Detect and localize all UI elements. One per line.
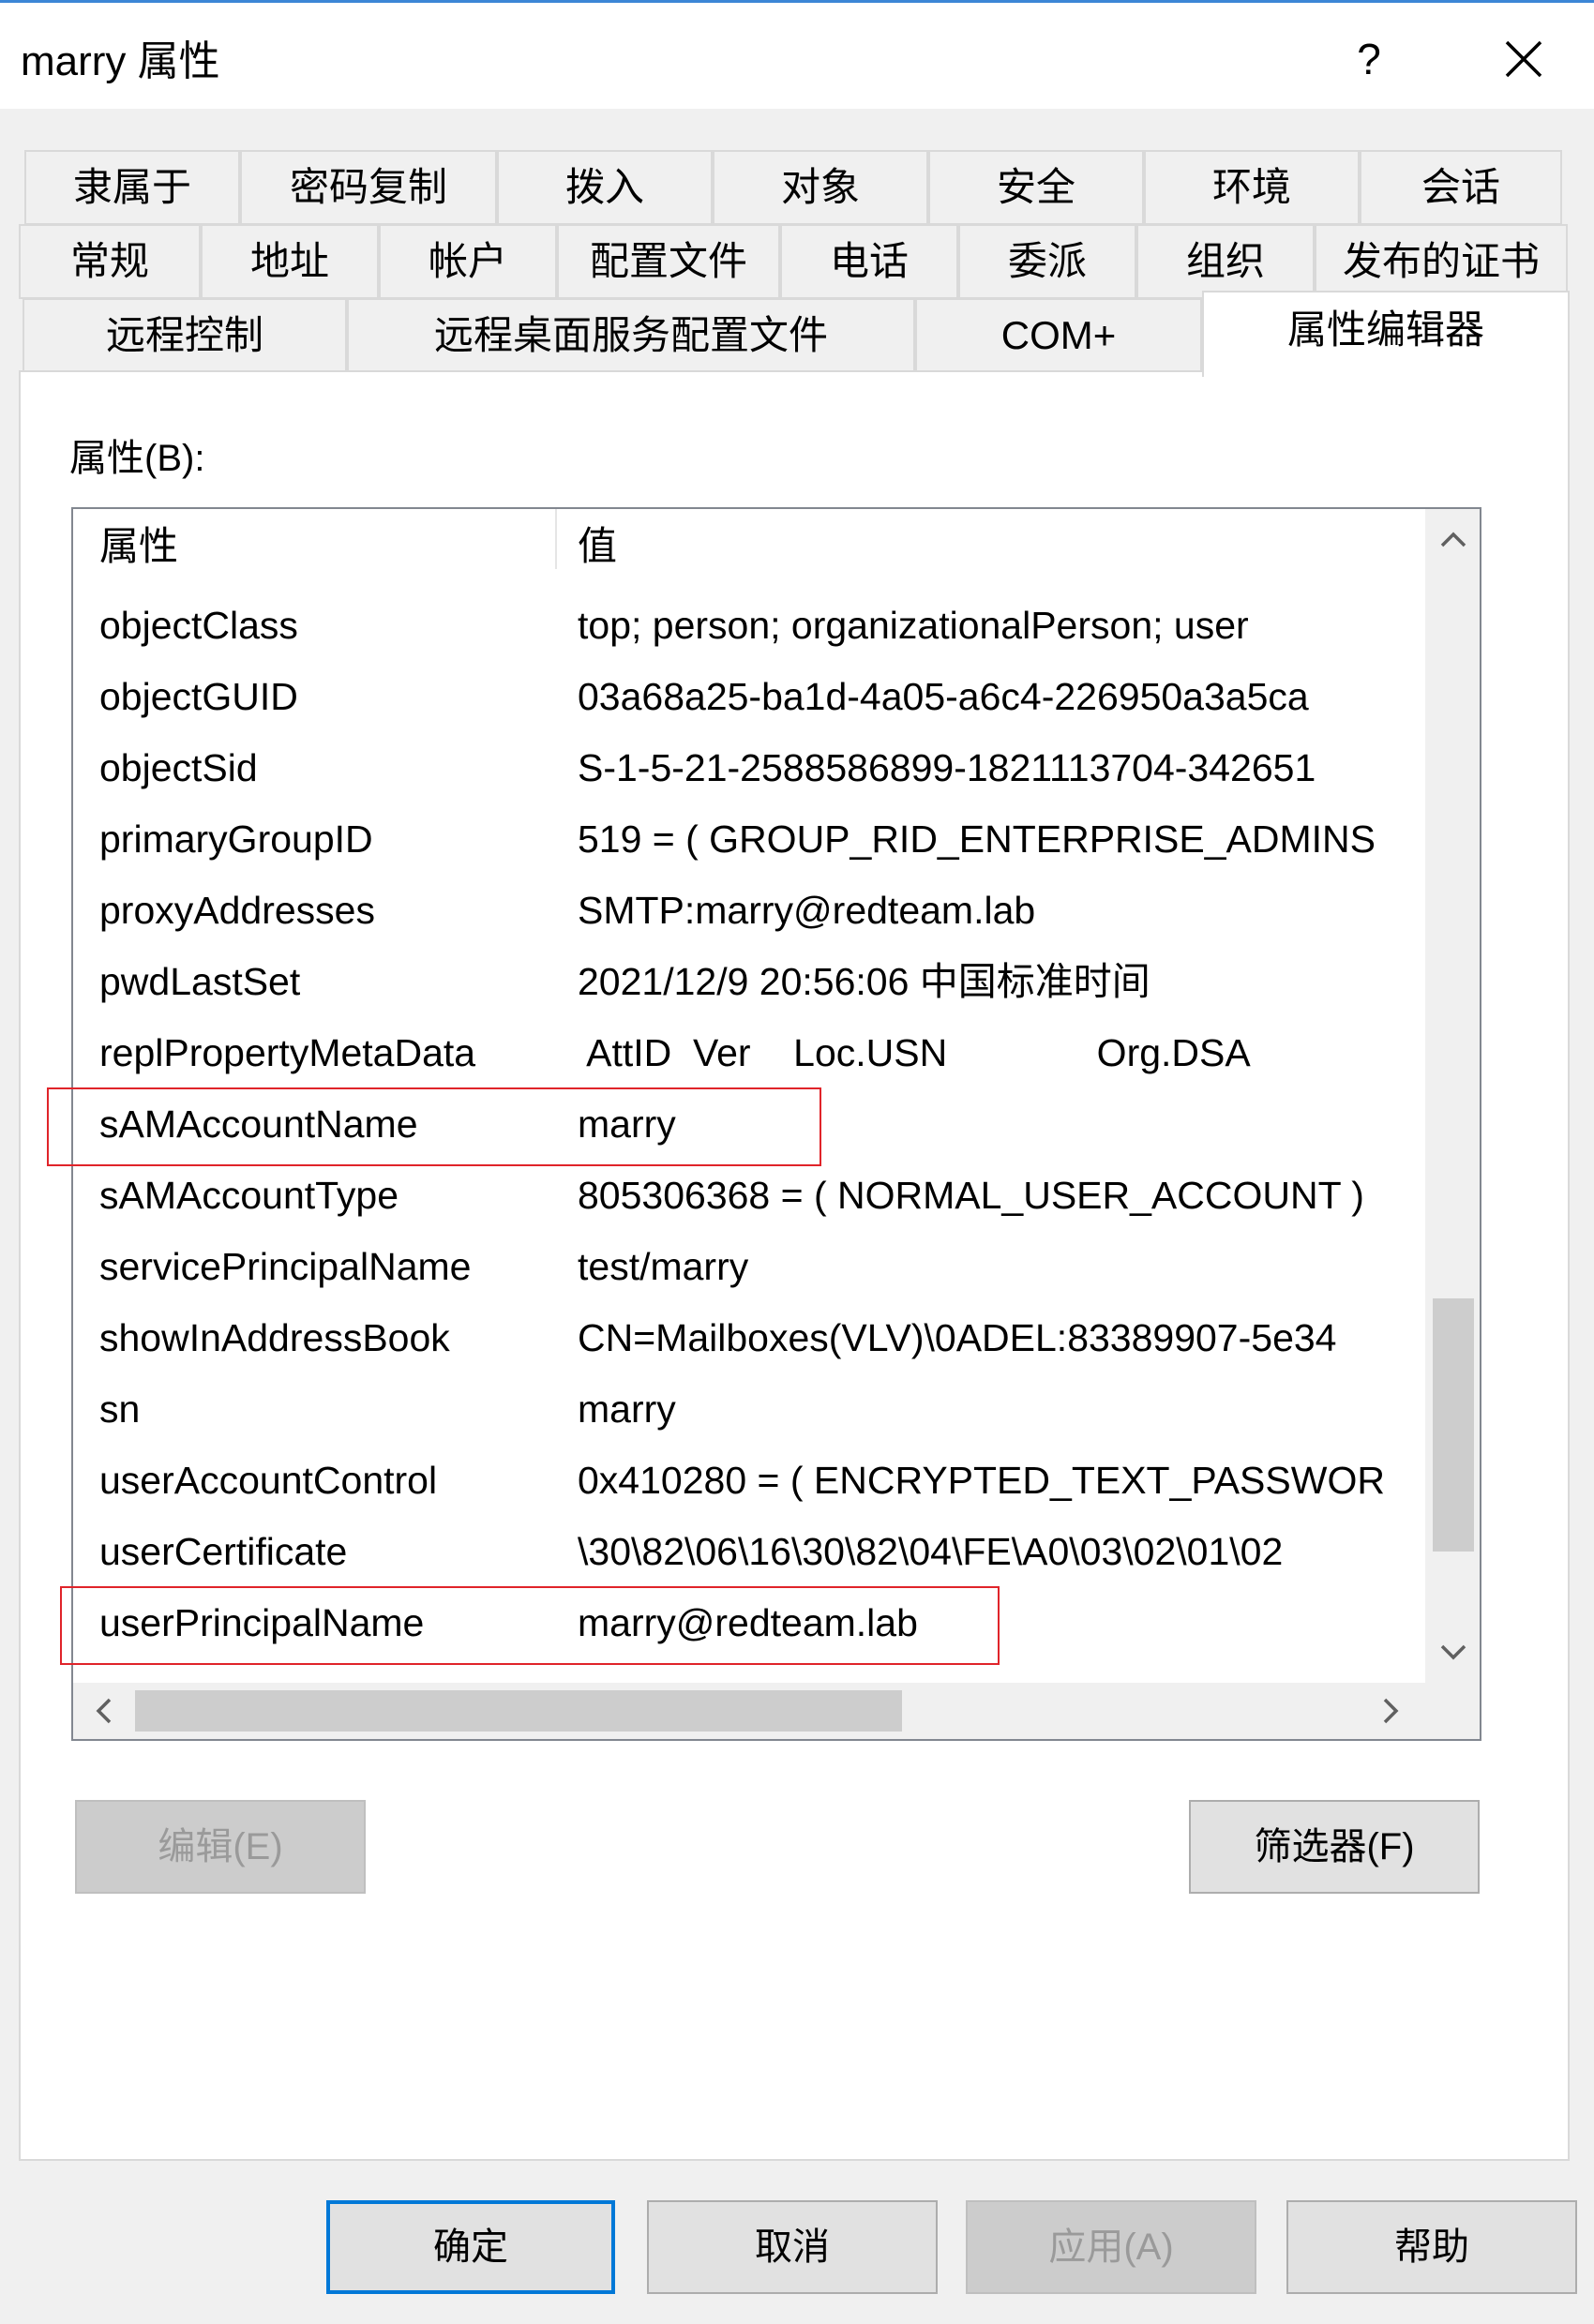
- attribute-value: 03a68a25-ba1d-4a05-a6c4-226950a3a5ca: [578, 675, 1309, 718]
- tab-environment[interactable]: 环境: [1144, 150, 1360, 225]
- table-row[interactable]: servicePrincipalName test/marry: [73, 1231, 1425, 1302]
- tab-address[interactable]: 地址: [201, 224, 379, 299]
- attribute-name: userAccountControl: [99, 1459, 438, 1502]
- attributes-label: 属性(B):: [69, 438, 205, 479]
- close-icon[interactable]: [1481, 26, 1566, 92]
- chevron-down-icon[interactable]: [1433, 1632, 1474, 1673]
- attribute-name: pwdLastSet: [99, 960, 301, 1003]
- table-row[interactable]: objectGUID 03a68a25-ba1d-4a05-a6c4-22695…: [73, 661, 1425, 732]
- edit-button[interactable]: 编辑(E): [75, 1800, 366, 1894]
- tab-remote-desktop-services-profile[interactable]: 远程桌面服务配置文件: [347, 298, 915, 373]
- chevron-right-icon[interactable]: [1371, 1690, 1412, 1732]
- attribute-value: \30\82\06\16\30\82\04\FE\A0\03\02\01\02: [578, 1530, 1284, 1573]
- table-row[interactable]: proxyAddresses SMTP:marry@redteam.lab: [73, 875, 1425, 946]
- highlight-userprincipalname: [60, 1586, 1000, 1665]
- tab-sessions[interactable]: 会话: [1360, 150, 1562, 225]
- attribute-name: replPropertyMetaData: [99, 1031, 476, 1074]
- column-divider[interactable]: [555, 509, 557, 569]
- tab-organization[interactable]: 组织: [1136, 224, 1315, 299]
- attribute-name: primaryGroupID: [99, 817, 373, 861]
- chevron-left-icon[interactable]: [83, 1690, 124, 1732]
- chevron-up-icon[interactable]: [1433, 518, 1474, 560]
- tab-security[interactable]: 安全: [928, 150, 1144, 225]
- tab-remote-control[interactable]: 远程控制: [23, 298, 347, 373]
- attribute-value: SMTP:marry@redteam.lab: [578, 889, 1036, 932]
- tab-password-replication[interactable]: 密码复制: [240, 150, 497, 225]
- tab-com-plus[interactable]: COM+: [915, 298, 1202, 373]
- vertical-scroll-thumb[interactable]: [1433, 1298, 1474, 1552]
- column-header-value[interactable]: 值: [578, 509, 617, 580]
- tab-telephones[interactable]: 电话: [780, 224, 958, 299]
- table-row[interactable]: showInAddressBook CN=Mailboxes(VLV)\0ADE…: [73, 1302, 1425, 1373]
- scrollbar-corner: [1425, 1683, 1480, 1739]
- attribute-value: top; person; organizationalPerson; user: [578, 604, 1249, 647]
- tab-account[interactable]: 帐户: [379, 224, 557, 299]
- help-title-button[interactable]: ?: [1327, 26, 1411, 92]
- attribute-name: objectSid: [99, 746, 258, 789]
- table-row[interactable]: replPropertyMetaData AttID Ver Loc.USN O…: [73, 1017, 1425, 1088]
- ok-button[interactable]: 确定: [326, 2200, 615, 2294]
- title-bar: marry 属性 ?: [0, 6, 1594, 109]
- table-row[interactable]: userAccountControl 0x410280 = ( ENCRYPTE…: [73, 1445, 1425, 1516]
- horizontal-scroll-thumb[interactable]: [135, 1690, 902, 1732]
- table-row[interactable]: sAMAccountType 805306368 = ( NORMAL_USER…: [73, 1160, 1425, 1231]
- attribute-value: marry: [578, 1387, 676, 1431]
- attribute-name: servicePrincipalName: [99, 1245, 472, 1288]
- tab-general[interactable]: 常规: [19, 224, 201, 299]
- attribute-name: proxyAddresses: [99, 889, 375, 932]
- vertical-scrollbar[interactable]: [1425, 509, 1480, 1683]
- attribute-name: sn: [99, 1387, 141, 1431]
- filter-button[interactable]: 筛选器(F): [1189, 1800, 1480, 1894]
- attribute-name: showInAddressBook: [99, 1316, 450, 1359]
- attribute-name: userCertificate: [99, 1530, 348, 1573]
- tab-object[interactable]: 对象: [713, 150, 928, 225]
- attribute-value: AttID Ver Loc.USN Org.DSA: [578, 1031, 1251, 1074]
- cancel-button[interactable]: 取消: [647, 2200, 938, 2294]
- table-row[interactable]: userCertificate \30\82\06\16\30\82\04\FE…: [73, 1516, 1425, 1587]
- tab-delegation[interactable]: 委派: [958, 224, 1136, 299]
- help-button[interactable]: 帮助: [1286, 2200, 1577, 2294]
- table-row[interactable]: objectSid S-1-5-21-2588586899-1821113704…: [73, 732, 1425, 803]
- attribute-value: test/marry: [578, 1245, 749, 1288]
- attribute-value: S-1-5-21-2588586899-1821113704-342651: [578, 746, 1316, 789]
- table-row[interactable]: pwdLastSet 2021/12/9 20:56:06 中国标准时间: [73, 946, 1425, 1017]
- tab-member-of[interactable]: 隶属于: [24, 150, 240, 225]
- tab-attribute-editor[interactable]: 属性编辑器: [1202, 291, 1570, 377]
- table-row[interactable]: sn marry: [73, 1373, 1425, 1445]
- highlight-samaccountname: [47, 1087, 821, 1166]
- attribute-value: 2021/12/9 20:56:06 中国标准时间: [578, 960, 1150, 1003]
- attribute-value: 0x410280 = ( ENCRYPTED_TEXT_PASSWOR: [578, 1459, 1385, 1502]
- attribute-name: sAMAccountType: [99, 1174, 399, 1217]
- tab-profile[interactable]: 配置文件: [557, 224, 780, 299]
- tab-dial-in[interactable]: 拨入: [497, 150, 713, 225]
- apply-button[interactable]: 应用(A): [966, 2200, 1256, 2294]
- table-row[interactable]: primaryGroupID 519 = ( GROUP_RID_ENTERPR…: [73, 803, 1425, 875]
- tab-published-certificates[interactable]: 发布的证书: [1315, 224, 1568, 299]
- attribute-name: objectGUID: [99, 675, 298, 718]
- attribute-value: 805306368 = ( NORMAL_USER_ACCOUNT ): [578, 1174, 1364, 1217]
- horizontal-scrollbar[interactable]: [73, 1683, 1425, 1739]
- window-title: marry 属性: [21, 38, 220, 84]
- column-header-attribute[interactable]: 属性: [99, 509, 178, 580]
- attribute-value: CN=Mailboxes(VLV)\0ADEL:83389907-5e34: [578, 1316, 1337, 1359]
- table-row[interactable]: objectClass top; person; organizationalP…: [73, 590, 1425, 661]
- attribute-value: 519 = ( GROUP_RID_ENTERPRISE_ADMINS: [578, 817, 1376, 861]
- attribute-name: objectClass: [99, 604, 298, 647]
- properties-dialog: marry 属性 ? 隶属于 密码复制 拨入 对象 安全 环境 会话 常规 地址…: [0, 0, 1594, 2324]
